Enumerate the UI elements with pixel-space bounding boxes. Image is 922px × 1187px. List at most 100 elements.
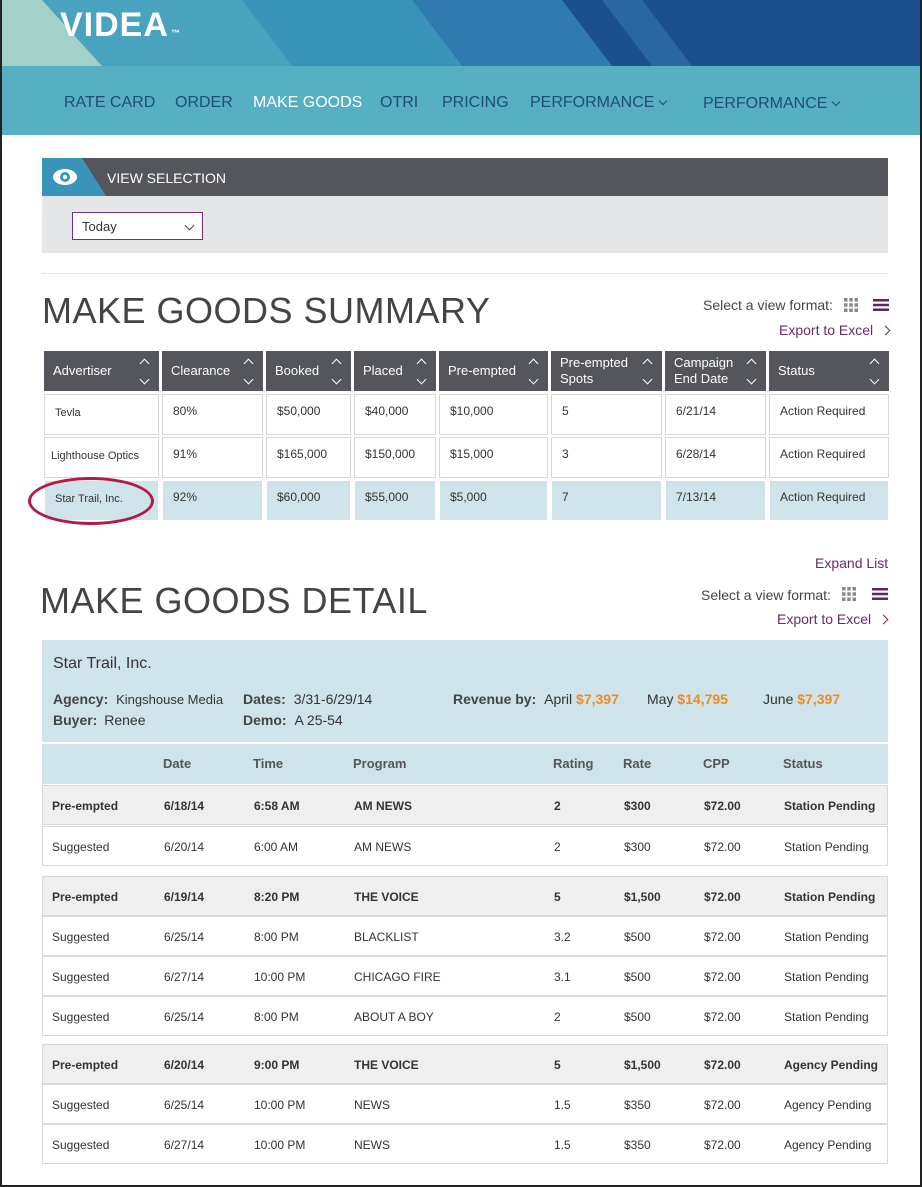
summary-cell: Action Required	[769, 480, 889, 521]
chevron-down-icon	[832, 97, 841, 107]
logo-trademark: ™	[170, 28, 181, 38]
detail-cell: ABOUT A BOY	[354, 1010, 434, 1024]
nav-performance-dropdown[interactable]: PERFORMANCE	[530, 94, 668, 112]
sort-icon[interactable]	[746, 358, 757, 386]
sort-icon[interactable]	[243, 358, 254, 386]
summary-cell: $150,000	[354, 437, 436, 478]
summary-advertiser-cell[interactable]: Tevla	[44, 394, 159, 435]
summary-cell: 5	[551, 394, 662, 435]
col-status: Status	[783, 756, 823, 771]
col-pre-empted[interactable]: Pre-empted	[439, 351, 548, 391]
suggested-spot-row[interactable]: Suggested 6/25/14 8:00 PM BLACKLIST 3.2 $500 $…	[42, 916, 888, 956]
detail-cell: 10:00 PM	[254, 970, 306, 984]
detail-cell: Suggested	[52, 1098, 110, 1112]
sort-icon[interactable]	[416, 358, 427, 386]
detail-cell: Pre-empted	[52, 1058, 119, 1072]
nav-otri[interactable]: OTRI	[380, 94, 418, 112]
list-view-icon[interactable]	[872, 588, 888, 600]
col-cpp: CPP	[703, 756, 730, 771]
detail-cell: Station Pending	[784, 1010, 869, 1024]
detail-cell: NEWS	[354, 1098, 390, 1112]
suggested-spot-row[interactable]: Suggested 6/27/14 10:00 PM NEWS 1.5 $350 $72.0…	[42, 1124, 888, 1164]
date-range-select[interactable]: Today	[72, 212, 203, 240]
col-advertiser[interactable]: Advertiser	[44, 351, 159, 391]
dates-info: Dates: 3/31-6/29/14	[243, 691, 372, 707]
col-campaign-end-date[interactable]: Campaign End Date	[665, 351, 766, 391]
summary-cell: $10,000	[439, 394, 548, 435]
summary-cell: $5,000	[439, 480, 548, 521]
detail-cell: 6/18/14	[164, 799, 205, 813]
main-nav: RATE CARD ORDER MAKE GOODS OTRI PRICING …	[2, 66, 920, 135]
detail-cell: $72.00	[704, 930, 741, 944]
detail-cell: 3.2	[554, 930, 571, 944]
chevron-down-icon	[184, 220, 195, 231]
detail-view-format-label: Select a view format:	[701, 587, 831, 603]
detail-cell: 6/20/14	[164, 1058, 205, 1072]
summary-cell: Action Required	[769, 437, 889, 478]
revenue-june: June $7,397	[763, 691, 840, 707]
sort-icon[interactable]	[869, 358, 880, 386]
preempted-spot-row[interactable]: Pre-empted 6/18/14 6:58 AM AM NEWS 2 $300 $72.…	[42, 785, 888, 825]
nav-rate-card[interactable]: RATE CARD	[64, 94, 155, 112]
summary-cell: $15,000	[439, 437, 548, 478]
suggested-spot-row[interactable]: Suggested 6/25/14 10:00 PM NEWS 1.5 $350 $72.0…	[42, 1084, 888, 1124]
detail-export-excel-link[interactable]: Export to Excel	[777, 611, 889, 627]
col-pre-empted-spots[interactable]: Pre-empted Spots	[551, 351, 662, 391]
detail-cell: Suggested	[52, 1138, 110, 1152]
list-view-icon[interactable]	[873, 299, 889, 311]
nav-performance-label: PERFORMANCE	[530, 94, 655, 111]
detail-cell: 5	[554, 1058, 561, 1072]
sort-icon[interactable]	[642, 358, 653, 386]
detail-cell: 6/25/14	[164, 1098, 205, 1112]
suggested-spot-row[interactable]: Suggested 6/20/14 6:00 AM AM NEWS 2 $300 $72.0…	[42, 826, 888, 866]
export-label: Export to Excel	[779, 322, 874, 338]
videa-logo[interactable]: VIDEA ™	[60, 6, 181, 45]
summary-cell: $165,000	[266, 437, 351, 478]
col-placed[interactable]: Placed	[354, 351, 436, 391]
col-clearance[interactable]: Clearance	[162, 351, 263, 391]
col-status[interactable]: Status	[769, 351, 889, 391]
detail-cell: 5	[554, 890, 561, 904]
revenue-may: May $14,795	[647, 691, 728, 707]
detail-cell: Agency Pending	[784, 1058, 879, 1072]
revenue-amount: $7,397	[797, 691, 841, 707]
sort-icon[interactable]	[139, 358, 150, 386]
sort-icon[interactable]	[528, 358, 539, 386]
summary-cell: Action Required	[769, 394, 889, 435]
suggested-spot-row[interactable]: Suggested 6/27/14 10:00 PM CHICAGO FIRE 3.1 $…	[42, 956, 888, 996]
sort-icon[interactable]	[331, 358, 342, 386]
expand-list-link[interactable]: Expand List	[815, 555, 888, 571]
dates-label: Dates:	[243, 691, 286, 707]
nav-performance-dropdown-2[interactable]: PERFORMANCE	[703, 95, 841, 113]
detail-table-header: Date Time Program Rating Rate CPP Status	[42, 744, 888, 784]
revenue-month: April	[544, 691, 573, 707]
suggested-spot-row[interactable]: Suggested 6/25/14 8:00 PM ABOUT A BOY 2 $500 $…	[42, 996, 888, 1036]
detail-cell: CHICAGO FIRE	[354, 970, 441, 984]
nav-performance-label-2: PERFORMANCE	[703, 95, 828, 112]
preempted-spot-row[interactable]: Pre-empted 6/20/14 9:00 PM THE VOICE 5 $1,500…	[42, 1044, 888, 1084]
detail-cell: $300	[624, 840, 651, 854]
detail-cell: THE VOICE	[354, 890, 419, 904]
col-label: Pre-empted Spots	[560, 355, 628, 386]
grid-view-icon[interactable]	[844, 298, 858, 312]
nav-pricing[interactable]: PRICING	[442, 94, 509, 112]
detail-cell: $500	[624, 930, 651, 944]
summary-advertiser-cell[interactable]: Lighthouse Optics	[44, 437, 159, 478]
detail-cell: BLACKLIST	[354, 930, 419, 944]
nav-order[interactable]: ORDER	[175, 94, 233, 112]
preempted-spot-row[interactable]: Pre-empted 6/19/14 8:20 PM THE VOICE 5 $1,500…	[42, 876, 888, 916]
detail-cell: 2	[554, 1010, 561, 1024]
nav-make-goods[interactable]: MAKE GOODS	[253, 94, 362, 112]
col-booked[interactable]: Booked	[266, 351, 351, 391]
detail-cell: Suggested	[52, 840, 110, 854]
detail-cell: 6/27/14	[164, 1138, 205, 1152]
detail-cell: Suggested	[52, 970, 110, 984]
view-selection-bar: VIEW SELECTION	[42, 158, 888, 196]
agency-value: Kingshouse Media	[116, 692, 224, 707]
detail-cell: 6:00 AM	[254, 840, 299, 854]
summary-export-excel-link[interactable]: Export to Excel	[779, 322, 891, 338]
detail-cell: Pre-empted	[52, 890, 119, 904]
grid-view-icon[interactable]	[842, 587, 856, 601]
agency-label: Agency:	[53, 691, 109, 707]
detail-cell: Pre-empted	[52, 799, 119, 813]
